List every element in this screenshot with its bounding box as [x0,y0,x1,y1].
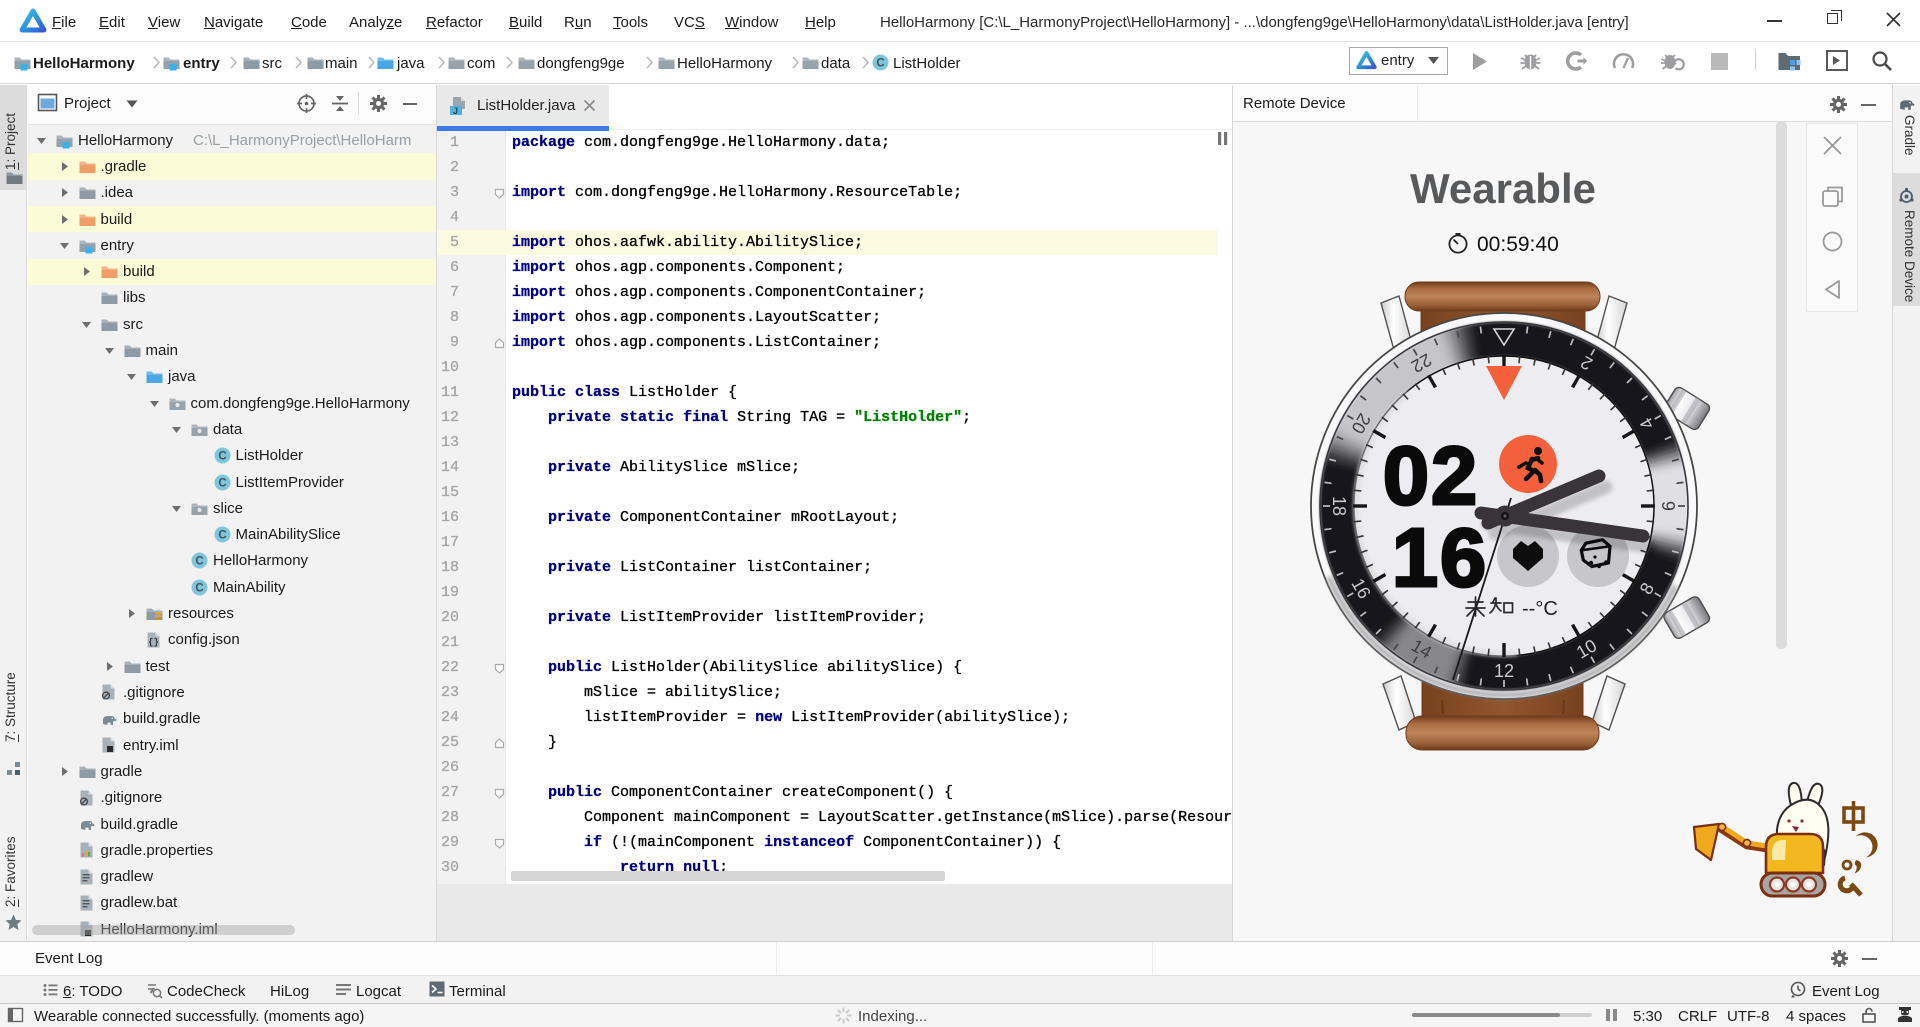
svg-text:--°C: --°C [1522,598,1558,620]
svg-text:C: C [195,556,203,568]
svg-text:C: C [876,58,884,70]
svg-text:18: 18 [1329,496,1349,516]
svg-text:12: 12 [1494,661,1514,681]
svg-text:{}: {} [148,637,159,647]
svg-text:02: 02 [1383,429,1479,522]
svg-text:16: 16 [1392,511,1488,604]
svg-text:C: C [218,451,226,463]
svg-text:C: C [218,477,226,489]
svg-text:C: C [218,530,226,542]
svg-text:C: C [195,582,203,594]
svg-text:6: 6 [1659,501,1679,511]
svg-text:J: J [453,106,458,116]
